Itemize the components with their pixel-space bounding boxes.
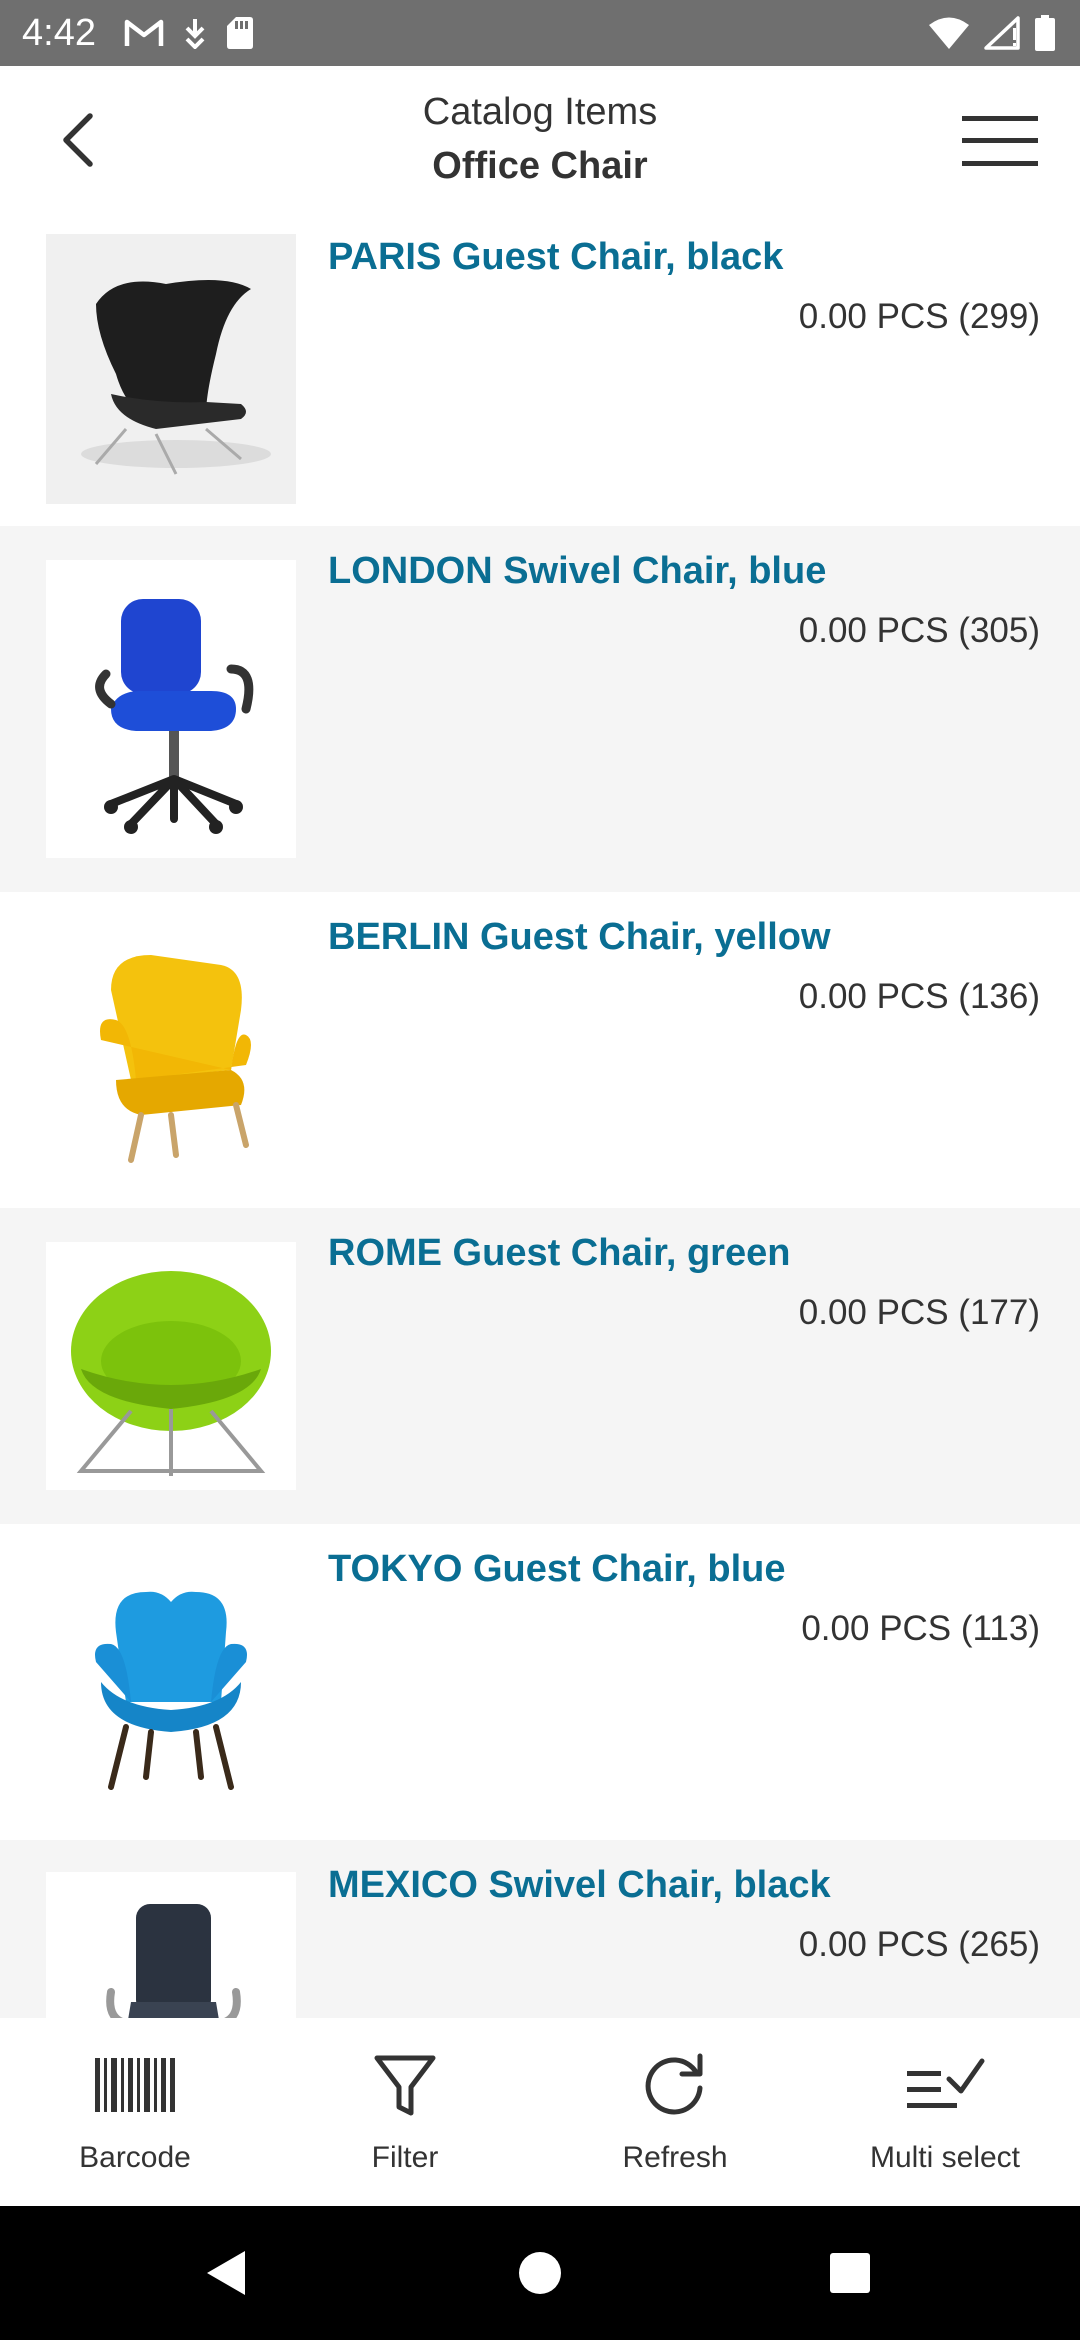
menu-button[interactable]: [958, 106, 1042, 176]
refresh-icon: [630, 2050, 720, 2120]
bottom-toolbar: Barcode Filter Refresh Multi select: [0, 2018, 1080, 2206]
nav-recents-button[interactable]: [817, 2240, 883, 2306]
filter-button[interactable]: Filter: [270, 2018, 540, 2206]
barcode-button[interactable]: Barcode: [0, 2018, 270, 2206]
item-quantity: 0.00 PCS (305): [798, 611, 1040, 650]
status-bar: 4:42: [0, 0, 1080, 66]
nav-home-button[interactable]: [507, 2240, 573, 2306]
yellow-armchair-image: [100, 955, 251, 1163]
item-thumbnail: [46, 1872, 296, 2018]
item-quantity: 0.00 PCS (113): [801, 1609, 1040, 1648]
header-titles: Catalog Items Office Chair: [200, 86, 880, 194]
system-nav-bar: [0, 2206, 1080, 2340]
item-name: LONDON Swivel Chair, blue: [328, 550, 827, 592]
item-thumbnail: [46, 1554, 296, 1810]
barcode-icon: [90, 2050, 180, 2120]
item-quantity: 0.00 PCS (299): [798, 297, 1040, 336]
wifi-icon: [929, 17, 969, 49]
item-name: BERLIN Guest Chair, yellow: [328, 916, 831, 958]
hamburger-menu-icon: [962, 116, 1038, 166]
green-pod-chair-image: [71, 1271, 271, 1476]
nav-back-button[interactable]: [192, 2240, 258, 2306]
filter-icon: [360, 2050, 450, 2120]
multi-select-label: Multi select: [869, 2141, 1021, 2174]
refresh-label: Refresh: [622, 2141, 728, 2174]
list-item[interactable]: LONDON Swivel Chair, blue 0.00 PCS (305): [0, 526, 1080, 892]
item-thumbnail: [46, 234, 296, 504]
sd-card-icon: [227, 17, 253, 49]
item-name: MEXICO Swivel Chair, black: [328, 1864, 831, 1906]
signal-icon: [984, 16, 1020, 50]
item-name: TOKYO Guest Chair, blue: [328, 1548, 786, 1590]
catalog-item-list[interactable]: PARIS Guest Chair, black 0.00 PCS (299) …: [0, 212, 1080, 2018]
gmail-icon: [124, 19, 164, 46]
status-system-icons: [928, 12, 1056, 54]
item-quantity: 0.00 PCS (265): [798, 1925, 1040, 1964]
item-thumbnail: [46, 1242, 296, 1490]
item-quantity: 0.00 PCS (177): [798, 1293, 1040, 1332]
page-subtitle: Office Chair: [432, 145, 648, 187]
nav-home-icon: [519, 2252, 561, 2294]
item-thumbnail: [46, 560, 296, 858]
barcode-label: Barcode: [79, 2141, 191, 2174]
download-icon: [185, 19, 205, 49]
item-name: ROME Guest Chair, green: [328, 1232, 791, 1274]
nav-back-icon: [207, 2251, 245, 2295]
blue-swivel-chair-image: [95, 599, 254, 834]
black-office-chair-image: [106, 1904, 241, 2018]
filter-label: Filter: [371, 2141, 439, 2174]
item-quantity: 0.00 PCS (136): [798, 977, 1040, 1016]
list-item[interactable]: BERLIN Guest Chair, yellow 0.00 PCS (136…: [0, 892, 1080, 1208]
list-item[interactable]: TOKYO Guest Chair, blue 0.00 PCS (113): [0, 1524, 1080, 1840]
list-item[interactable]: ROME Guest Chair, green 0.00 PCS (177): [0, 1208, 1080, 1524]
status-time: 4:42: [22, 12, 96, 54]
multi-select-icon: [900, 2050, 990, 2120]
multi-select-button[interactable]: Multi select: [810, 2018, 1080, 2206]
back-button[interactable]: [40, 102, 116, 178]
blue-wing-chair-image: [95, 1591, 247, 1790]
nav-recents-icon: [830, 2253, 870, 2293]
status-notification-icons: [124, 12, 254, 54]
chevron-left-icon: [63, 113, 93, 167]
page-title: Catalog Items: [422, 91, 658, 133]
battery-icon: [1035, 15, 1055, 51]
app-header: Catalog Items Office Chair: [0, 66, 1080, 212]
list-item[interactable]: PARIS Guest Chair, black 0.00 PCS (299): [0, 212, 1080, 526]
item-thumbnail: [46, 918, 296, 1182]
list-item[interactable]: MEXICO Swivel Chair, black 0.00 PCS (265…: [0, 1840, 1080, 2018]
black-lounge-chair-image: [81, 280, 271, 475]
item-name: PARIS Guest Chair, black: [328, 236, 784, 278]
refresh-button[interactable]: Refresh: [540, 2018, 810, 2206]
